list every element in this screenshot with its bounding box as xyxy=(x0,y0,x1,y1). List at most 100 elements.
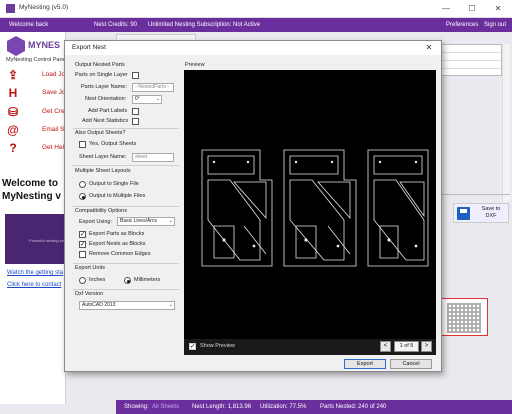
parts-layer-name-input[interactable]: --NestedParts-- xyxy=(132,83,174,92)
utilization: Utilization: 77.5% xyxy=(260,404,307,410)
add-nest-statistics-label: Add Nest Statistics xyxy=(82,118,129,124)
page-indicator: 1 of 5 xyxy=(394,341,419,352)
inches-radio[interactable] xyxy=(79,277,86,284)
output-parts-group-label: Output Nested Parts xyxy=(75,62,125,68)
yes-output-sheets-label: Yes, Output Sheets xyxy=(89,141,137,147)
floppy-disk-icon xyxy=(457,207,470,220)
nest-orientation-select[interactable]: 0° ⌄ xyxy=(132,95,162,104)
parts-single-layer-label: Parts on Single Layer xyxy=(75,72,128,78)
logo-text: MYNES xyxy=(28,40,61,50)
welcome-heading-line2: MyNesting v xyxy=(2,191,61,202)
export-button[interactable]: Export xyxy=(344,359,386,369)
window-title-bar: MyNesting (v5.0) — ☐ ✕ xyxy=(0,0,512,18)
output-multiple-files-radio[interactable] xyxy=(79,193,86,200)
minimize-button[interactable]: — xyxy=(436,2,456,15)
preferences-link[interactable]: Preferences xyxy=(446,18,478,32)
subscription-status: Unlimited Nesting Subscription: Not Acti… xyxy=(148,22,261,28)
app-icon xyxy=(6,4,15,13)
showing-label: Showing: xyxy=(124,404,149,410)
export-units-group-label: Export Units xyxy=(75,265,105,271)
nest-length: Nest Length: 1,813.96 xyxy=(192,404,252,410)
save-to-dxf-label: Save to DXF xyxy=(481,206,501,219)
remove-common-edges-checkbox[interactable] xyxy=(79,251,86,258)
previous-page-button[interactable]: < xyxy=(380,341,391,352)
parts-layer-name-label: Parts Layer Name: xyxy=(81,84,127,90)
mynesting-logo: MYNES xyxy=(3,35,63,57)
output-single-file-radio[interactable] xyxy=(79,181,86,188)
hexagon-logo-icon xyxy=(7,36,25,56)
multi-sheet-group-label: Multiple Sheet Layouts xyxy=(75,168,131,174)
export-nests-blocks-label: Export Nests as Blocks xyxy=(89,241,146,247)
welcome-text: Welcome back xyxy=(9,22,49,28)
yes-output-sheets-checkbox[interactable] xyxy=(79,141,86,148)
intro-video-thumbnail[interactable]: Powerful nesting software xyxy=(5,214,75,264)
cancel-button[interactable]: Cancel xyxy=(390,359,432,369)
showing-value[interactable]: All Sheets xyxy=(152,400,179,414)
export-using-select[interactable]: Basic Lines/Arcs ⌄ xyxy=(117,217,175,226)
divider xyxy=(440,194,510,195)
add-nest-statistics-checkbox[interactable] xyxy=(132,118,139,125)
vertical-scrollbar[interactable] xyxy=(502,44,510,202)
nested-parts-drawing xyxy=(201,149,429,267)
chevron-down-icon: ⌄ xyxy=(168,218,173,224)
preview-footer: Show Preview < 1 of 5 > xyxy=(184,339,436,355)
nest-orientation-label: Nest Orientation: xyxy=(85,96,127,102)
inches-label: Inches xyxy=(89,277,106,283)
sidebar-item-label: Email S xyxy=(42,126,65,133)
export-parts-blocks-checkbox[interactable] xyxy=(79,230,86,238)
layer-list-panel[interactable] xyxy=(440,44,502,76)
nest-credits: Nest Credits: 90 xyxy=(94,22,138,28)
window-title: MyNesting (v5.0) xyxy=(19,4,69,11)
dxf-version-group-label: Dxf Version xyxy=(75,291,104,297)
next-page-button[interactable]: > xyxy=(421,341,432,352)
sheet-layer-name-input[interactable]: sheet xyxy=(132,153,174,162)
export-parts-blocks-label: Export Parts as Blocks xyxy=(89,231,145,237)
output-multiple-files-label: Output to Multiple Files xyxy=(89,193,146,199)
close-window-button[interactable]: ✕ xyxy=(488,2,508,15)
save-icon: H xyxy=(8,86,18,100)
group-divider xyxy=(73,206,179,207)
group-divider xyxy=(73,165,179,166)
export-using-label: Export Using: xyxy=(79,219,113,225)
dialog-close-button[interactable]: ✕ xyxy=(419,41,439,55)
sidebar-item-email[interactable]: @ Email S xyxy=(6,123,64,137)
welcome-heading-line1: Welcome to xyxy=(2,178,58,189)
contact-link[interactable]: Click here to contact xyxy=(7,282,61,288)
remove-common-edges-label: Remove Common Edges xyxy=(89,251,151,257)
dialog-title: Export Nest xyxy=(72,44,106,51)
export-options-panel: Output Nested Parts Parts on Single Laye… xyxy=(65,55,183,373)
nest-orientation-value: 0° xyxy=(135,96,140,102)
output-single-file-label: Output to Single File xyxy=(89,181,139,187)
export-using-value: Basic Lines/Arcs xyxy=(120,218,157,224)
nest-preview-canvas[interactable] xyxy=(184,70,436,355)
export-nest-dialog: Export Nest ✕ Output Nested Parts Parts … xyxy=(64,40,442,372)
sidebar-item-get-credits[interactable]: ⛁ Get Cred xyxy=(6,105,68,119)
sidebar-item-save-job[interactable]: H Save Job xyxy=(6,86,69,100)
maximize-button[interactable]: ☐ xyxy=(462,2,482,15)
output-sheets-group-label: Also Output Sheets? xyxy=(75,130,126,136)
add-part-labels-checkbox[interactable] xyxy=(132,108,139,115)
dxf-version-select[interactable]: AutoCAD 2013 ⌄ xyxy=(79,301,175,310)
getting-started-link[interactable]: Watch the getting sta xyxy=(7,270,63,276)
dialog-title-bar: Export Nest ✕ xyxy=(65,41,441,55)
compatibility-group-label: Compatibility Options xyxy=(75,208,127,214)
show-preview-label: Show Preview xyxy=(200,343,235,349)
show-preview-checkbox[interactable] xyxy=(189,342,196,350)
millimeters-label: Millimeters xyxy=(134,277,161,283)
export-nests-blocks-checkbox[interactable] xyxy=(79,240,86,248)
qr-code-image xyxy=(440,298,488,336)
sign-out-link[interactable]: Sign out xyxy=(484,18,506,32)
group-divider xyxy=(73,263,179,264)
parts-single-layer-checkbox[interactable] xyxy=(132,72,139,79)
sidebar-item-get-help[interactable]: ? Get Help xyxy=(6,141,67,155)
group-divider xyxy=(73,289,179,290)
upload-icon: ⇪ xyxy=(7,68,19,82)
add-part-labels-label: Add Part Labels xyxy=(88,108,128,114)
group-divider xyxy=(73,128,179,129)
sidebar-item-load-job[interactable]: ⇪ Load Job xyxy=(6,68,69,82)
millimeters-radio[interactable] xyxy=(124,277,131,284)
save-to-dxf-button[interactable]: Save to DXF xyxy=(453,203,509,223)
chevron-down-icon: ⌄ xyxy=(168,302,173,308)
help-icon: ? xyxy=(9,141,17,155)
parts-nested: Parts Nested: 240 of 240 xyxy=(320,404,387,410)
